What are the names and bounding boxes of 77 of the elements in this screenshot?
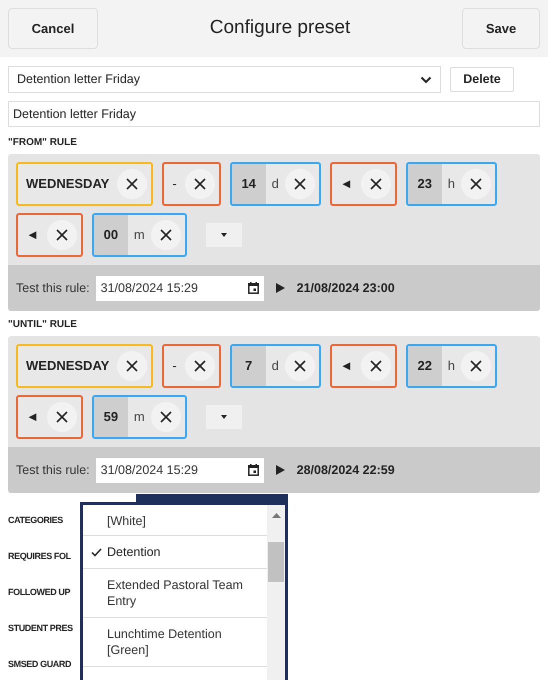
section-label: "FROM" RULE bbox=[8, 136, 78, 150]
number-value: 00 bbox=[94, 215, 128, 255]
close-icon bbox=[370, 178, 382, 190]
play-arrow-icon bbox=[276, 465, 285, 475]
test-result: 21/08/2024 23:00 bbox=[296, 280, 395, 297]
close-icon bbox=[160, 411, 172, 423]
remove-button[interactable] bbox=[461, 351, 492, 381]
scroll-up-icon bbox=[272, 513, 280, 518]
remove-button[interactable] bbox=[117, 351, 148, 381]
remove-button[interactable] bbox=[117, 169, 148, 199]
caret-down-icon bbox=[220, 233, 227, 237]
chip-label: WEDNESDAY bbox=[25, 175, 110, 194]
dialog-title: Configure preset bbox=[210, 16, 350, 40]
unit-label: m bbox=[132, 226, 146, 244]
chip-label: - bbox=[171, 357, 178, 376]
remove-button[interactable] bbox=[461, 169, 492, 199]
cancel-button[interactable]: Cancel bbox=[8, 8, 98, 49]
field-label: STUDENT PRES bbox=[8, 622, 73, 636]
chip-label: ◄ bbox=[338, 357, 354, 376]
datetime-field[interactable]: 31/08/2024 15:29 bbox=[96, 458, 264, 482]
field-label: CATEGORIES bbox=[8, 514, 63, 528]
unit-label: h bbox=[446, 357, 456, 376]
remove-button[interactable] bbox=[284, 169, 315, 199]
datetime-field[interactable]: 31/08/2024 15:29 bbox=[96, 276, 264, 300]
chip-label: ◄ bbox=[338, 175, 354, 194]
close-icon bbox=[370, 360, 382, 372]
close-icon bbox=[294, 178, 306, 190]
name-field[interactable]: Detention letter Friday bbox=[8, 101, 540, 127]
delete-button[interactable]: Delete bbox=[450, 67, 514, 92]
chevron-down-icon bbox=[420, 76, 432, 84]
check-icon bbox=[91, 548, 102, 557]
close-icon bbox=[470, 360, 482, 372]
number-value: 7 bbox=[232, 346, 266, 386]
number-value: 14 bbox=[232, 164, 266, 204]
field-label: SMSED GUARD bbox=[8, 658, 72, 672]
test-result: 28/08/2024 22:59 bbox=[296, 462, 395, 479]
save-button[interactable]: Save bbox=[462, 8, 540, 49]
test-label: Test this rule: bbox=[16, 280, 90, 297]
number-value: 59 bbox=[94, 397, 128, 437]
number-value: 23 bbox=[408, 164, 442, 204]
unit-label: d bbox=[270, 175, 280, 194]
caret-down-icon bbox=[220, 415, 227, 419]
calendar-icon bbox=[248, 282, 259, 294]
unit-label: m bbox=[132, 408, 146, 426]
chip-label: ◄ bbox=[25, 226, 40, 244]
close-icon bbox=[126, 360, 138, 372]
close-icon bbox=[194, 178, 206, 190]
calendar-icon bbox=[248, 464, 259, 476]
section-label: "UNTIL" RULE bbox=[8, 318, 78, 332]
field-label: REQUIRES FOL bbox=[8, 550, 71, 564]
remove-button[interactable] bbox=[150, 220, 181, 250]
close-icon bbox=[56, 229, 68, 241]
close-icon bbox=[194, 360, 206, 372]
close-icon bbox=[470, 178, 482, 190]
unit-label: h bbox=[446, 175, 456, 194]
close-icon bbox=[56, 411, 68, 423]
field-label: FOLLOWED UP bbox=[8, 586, 70, 600]
remove-button[interactable] bbox=[360, 351, 391, 381]
play-arrow-icon bbox=[276, 283, 285, 293]
close-icon bbox=[126, 178, 138, 190]
number-value: 22 bbox=[408, 346, 442, 386]
close-icon bbox=[160, 229, 172, 241]
remove-button[interactable] bbox=[184, 351, 215, 381]
test-label: Test this rule: bbox=[16, 462, 90, 479]
remove-button[interactable] bbox=[184, 169, 215, 199]
remove-button[interactable] bbox=[46, 220, 77, 250]
scrollbar-thumb[interactable] bbox=[268, 542, 284, 582]
chip-label: - bbox=[171, 175, 178, 194]
chip-label: ◄ bbox=[25, 408, 40, 426]
unit-label: d bbox=[270, 357, 280, 376]
close-icon bbox=[294, 360, 306, 372]
preset-select[interactable]: Detention letter Friday bbox=[8, 66, 441, 93]
remove-button[interactable] bbox=[360, 169, 391, 199]
remove-button[interactable] bbox=[284, 351, 315, 381]
remove-button[interactable] bbox=[150, 402, 181, 432]
chip-label: WEDNESDAY bbox=[25, 357, 110, 376]
remove-button[interactable] bbox=[46, 402, 77, 432]
